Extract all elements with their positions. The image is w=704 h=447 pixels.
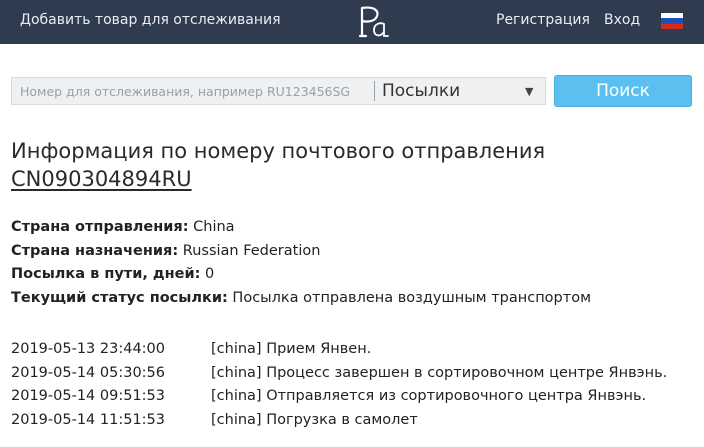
origin-country-label: Страна отправления:: [11, 219, 189, 235]
origin-country-value: China: [193, 219, 235, 235]
event-datetime: 2019-05-14 09:51:53: [11, 388, 165, 404]
event-description: [china] Процесс завершен в сортировочном…: [211, 364, 668, 381]
tracking-number[interactable]: CN090304894RU: [11, 165, 192, 193]
event-description: [china] Прием Янвен.: [211, 341, 372, 357]
search-bar: Посылки ▼: [11, 77, 546, 105]
register-link[interactable]: Регистрация: [496, 12, 590, 28]
list-item: 2019-05-13 23:44:00 [china] Прием Янвен.: [11, 338, 701, 362]
parcel-type-select[interactable]: Посылки: [382, 81, 460, 101]
event-datetime: 2019-05-14 05:30:56: [11, 364, 165, 381]
search-button[interactable]: Поиск: [554, 75, 692, 107]
page-title: Информация по номеру почтового отправлен…: [11, 137, 691, 193]
current-status-row: Текущий статус посылки: Посылка отправле…: [11, 287, 701, 311]
search-divider: [374, 81, 375, 101]
current-status-value: Посылка отправлена воздушным транспортом: [232, 289, 592, 306]
event-datetime: 2019-05-14 11:51:53: [11, 411, 165, 428]
destination-country-value: Russian Federation: [182, 242, 321, 259]
days-in-transit-value: 0: [205, 266, 215, 282]
destination-country-row: Страна назначения: Russian Federation: [11, 240, 701, 264]
destination-country-label: Страна назначения:: [11, 242, 179, 259]
russian-flag-icon[interactable]: [661, 13, 683, 29]
title-text: Информация по номеру почтового отправлен…: [11, 139, 546, 163]
dropdown-arrow-icon[interactable]: ▼: [525, 85, 533, 98]
event-description: [china] Отправляется из сортировочного ц…: [211, 388, 647, 404]
days-in-transit-label: Посылка в пути, дней:: [11, 266, 201, 282]
list-item: 2019-05-14 11:51:53 [china] Погрузка в с…: [11, 409, 701, 433]
add-item-link[interactable]: Добавить товар для отслеживания: [20, 12, 281, 28]
site-logo-icon[interactable]: [356, 2, 392, 42]
event-datetime: 2019-05-13 23:44:00: [11, 341, 165, 357]
origin-country-row: Страна отправления: China: [11, 216, 701, 240]
event-description: [china] Погрузка в самолет: [211, 411, 418, 428]
login-link[interactable]: Вход: [604, 12, 640, 28]
list-item: 2019-05-14 05:30:56 [china] Процесс заве…: [11, 362, 701, 386]
days-in-transit-row: Посылка в пути, дней: 0: [11, 263, 701, 287]
tracking-events-list: 2019-05-13 23:44:00 [china] Прием Янвен.…: [11, 338, 701, 432]
list-item: 2019-05-14 09:51:53 [china] Отправляется…: [11, 385, 701, 409]
tracking-number-input[interactable]: [12, 78, 374, 104]
top-navbar: Добавить товар для отслеживания Регистра…: [0, 0, 704, 44]
shipment-info: Страна отправления: China Страна назначе…: [11, 216, 701, 310]
current-status-label: Текущий статус посылки:: [11, 289, 228, 306]
